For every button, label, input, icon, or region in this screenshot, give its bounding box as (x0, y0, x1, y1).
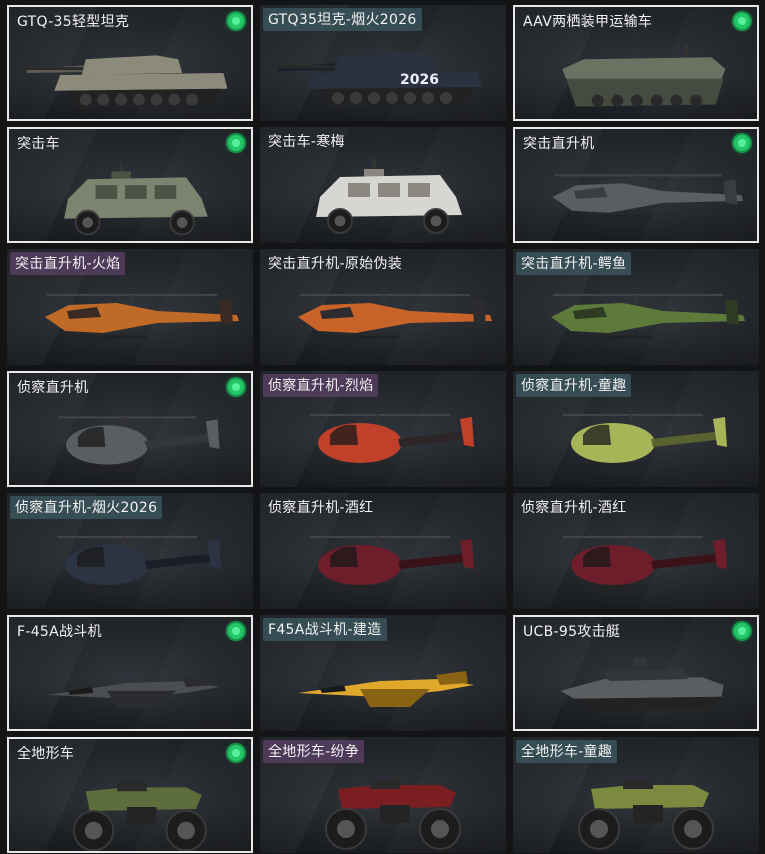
owned-status-dot-icon (228, 745, 244, 761)
vehicle-name-label: 全地形车 (17, 746, 75, 762)
attack-helicopter-icon (298, 294, 492, 339)
vehicle-card[interactable]: 突击直升机-鳄鱼 (513, 249, 759, 365)
vehicle-card[interactable]: 侦察直升机-烈焰 (260, 371, 506, 487)
vehicle-name-label: 突击车 (17, 136, 60, 152)
owned-status-dot-icon (228, 135, 244, 151)
fighter-jet-icon (298, 671, 474, 707)
vehicle-name-label: 侦察直升机-酒红 (521, 500, 627, 516)
atv-icon (578, 779, 714, 850)
armored-car-icon (64, 161, 208, 236)
vehicle-name-label: GTQ35坦克-烟火2026 (263, 8, 422, 31)
attack-helicopter-icon (45, 294, 239, 339)
vehicle-name-label: 突击直升机-鳄鱼 (516, 252, 632, 275)
vehicle-card[interactable]: 突击直升机-原始伪装 (260, 249, 506, 365)
vehicle-card[interactable]: 侦察直升机-烟火2026 (7, 493, 253, 609)
vehicle-name-label: 侦察直升机-烈焰 (263, 374, 379, 397)
owned-status-dot-icon (734, 135, 750, 151)
vehicle-name-label: GTQ-35轻型坦克 (17, 14, 130, 30)
vehicle-card[interactable]: 侦察直升机-酒红 (260, 493, 506, 609)
vehicle-card[interactable]: 2026 GTQ35坦克-烟火2026 (260, 5, 506, 121)
owned-status-dot-icon (228, 623, 244, 639)
vehicle-name-label: F-45A战斗机 (17, 624, 102, 640)
svg-text:2026: 2026 (400, 72, 439, 88)
attack-helicopter-icon (552, 174, 744, 219)
vehicle-name-label: 侦察直升机-酒红 (268, 500, 374, 516)
vehicle-card[interactable]: UCB-95攻击艇 (513, 615, 759, 731)
atv-icon (72, 781, 207, 851)
vehicle-skin-grid: GTQ-35轻型坦克 2026 GTQ35坦克-烟火2026 AAV两栖装甲运输车 (0, 0, 765, 854)
vehicle-card[interactable]: 突击车-寒梅 (260, 127, 506, 243)
vehicle-name-label: UCB-95攻击艇 (523, 624, 621, 640)
amphibious-vehicle-icon (562, 43, 726, 107)
fighter-jet-icon (46, 673, 220, 709)
vehicle-card[interactable]: 突击直升机 (513, 127, 759, 243)
vehicle-card[interactable]: 突击直升机-火焰 (7, 249, 253, 365)
tank-icon: 2026 (270, 53, 482, 107)
vehicle-card[interactable]: 侦察直升机-酒红 (513, 493, 759, 609)
vehicle-card[interactable]: GTQ-35轻型坦克 (7, 5, 253, 121)
atv-icon (325, 779, 461, 850)
scout-helicopter-icon (57, 536, 221, 589)
vehicle-card[interactable]: 全地形车-童趣 (513, 737, 759, 853)
vehicle-card[interactable]: 侦察直升机-童趣 (513, 371, 759, 487)
scout-helicopter-icon (563, 414, 727, 467)
owned-status-dot-icon (734, 13, 750, 29)
scout-helicopter-icon (310, 536, 474, 589)
scout-helicopter-icon (310, 414, 474, 467)
vehicle-name-label: 突击车-寒梅 (268, 134, 345, 150)
vehicle-name-label: 侦察直升机 (17, 380, 89, 396)
vehicle-card[interactable]: AAV两栖装甲运输车 (513, 5, 759, 121)
vehicle-card[interactable]: 全地形车-纷争 (260, 737, 506, 853)
vehicle-card[interactable]: 侦察直升机 (7, 371, 253, 487)
attack-helicopter-icon (551, 294, 745, 339)
vehicle-name-label: 全地形车-童趣 (516, 740, 618, 763)
vehicle-card[interactable]: F45A战斗机-建造 (260, 615, 506, 731)
vehicle-name-label: F45A战斗机-建造 (263, 618, 387, 641)
owned-status-dot-icon (734, 623, 750, 639)
vehicle-card[interactable]: F-45A战斗机 (7, 615, 253, 731)
vehicle-name-label: 突击直升机-原始伪装 (268, 256, 403, 272)
owned-status-dot-icon (228, 379, 244, 395)
vehicle-name-label: 侦察直升机-童趣 (516, 374, 632, 397)
scout-helicopter-icon (58, 416, 220, 469)
vehicle-name-label: 突击直升机-火焰 (10, 252, 126, 275)
scout-helicopter-icon (563, 536, 727, 589)
vehicle-name-label: 全地形车-纷争 (263, 740, 365, 763)
vehicle-name-label: AAV两栖装甲运输车 (523, 14, 653, 30)
attack-boat-icon (560, 657, 724, 711)
vehicle-card[interactable]: 全地形车 (7, 737, 253, 853)
vehicle-name-label: 侦察直升机-烟火2026 (10, 496, 163, 519)
armored-car-icon (316, 159, 462, 234)
tank-icon (18, 55, 228, 109)
vehicle-card[interactable]: 突击车 (7, 127, 253, 243)
vehicle-name-label: 突击直升机 (523, 136, 595, 152)
owned-status-dot-icon (228, 13, 244, 29)
